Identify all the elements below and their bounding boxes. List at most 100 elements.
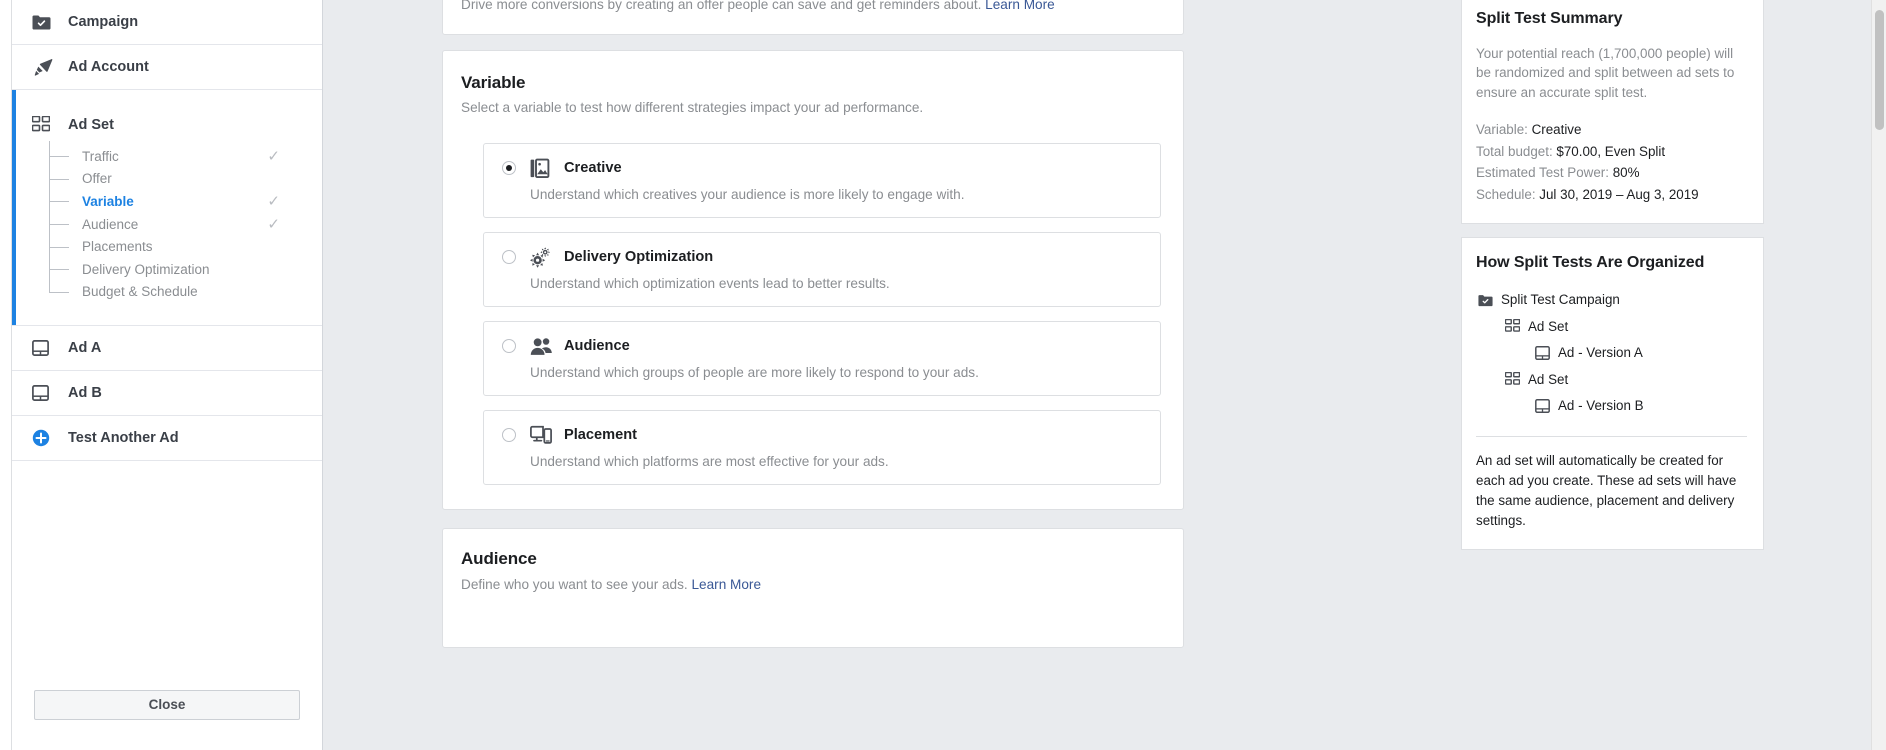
sidebar-subitem-label: Delivery Optimization — [82, 261, 210, 277]
variable-option-placement[interactable]: Placement Understand which platforms are … — [483, 410, 1161, 485]
summary-rows: Variable: Creative Total budget: $70.00, … — [1476, 119, 1747, 205]
radio-audience[interactable] — [502, 339, 516, 353]
sidebar-item-test-another-ad[interactable]: Test Another Ad — [12, 416, 322, 462]
variable-section-subtitle: Select a variable to test how different … — [461, 100, 924, 115]
summary-row: Estimated Test Power: 80% — [1476, 162, 1747, 183]
offer-description: Drive more conversions by creating an of… — [461, 0, 1055, 14]
tree-node-label: Ad - Version B — [1558, 398, 1644, 414]
audience-learn-more-link[interactable]: Learn More — [691, 577, 761, 592]
sidebar-item-ad-a-label: Ad A — [68, 340, 102, 357]
sidebar-footer: Close — [12, 690, 322, 750]
app-root: Campaign Ad Account Ad Set Traffic ✓ Off… — [0, 0, 1886, 750]
grid-squares-icon — [32, 116, 58, 134]
tree-connector — [49, 269, 69, 271]
sidebar-filler — [12, 461, 322, 690]
check-icon: ✓ — [267, 215, 280, 233]
sidebar-adset-section: Ad Set Traffic ✓ Offer Variable ✓ Audience ✓ Pl… — [12, 90, 322, 327]
sidebar-item-ad-b[interactable]: Ad B — [12, 371, 322, 417]
offer-card: Drive more conversions by creating an of… — [442, 0, 1184, 35]
audience-section-title: Audience — [461, 549, 537, 568]
sidebar-item-ad-account-label: Ad Account — [68, 59, 149, 75]
variable-option-description: Understand which creatives your audience… — [530, 187, 965, 202]
summary-row: Schedule: Jul 30, 2019 – Aug 3, 2019 — [1476, 184, 1747, 205]
audience-card: Audience Define who you want to see your… — [442, 528, 1184, 648]
scrollbar-thumb[interactable] — [1875, 10, 1884, 130]
summary-row-label: Variable: — [1476, 122, 1532, 138]
left-gutter — [0, 0, 12, 750]
sidebar: Campaign Ad Account Ad Set Traffic ✓ Off… — [12, 0, 323, 750]
variable-option-header: Placement — [502, 425, 1144, 445]
sidebar-item-test-another-ad-label: Test Another Ad — [68, 430, 179, 447]
variable-option-title: Creative — [564, 160, 622, 176]
sidebar-item-ad-set-label: Ad Set — [68, 117, 114, 133]
tree-connector — [49, 201, 69, 203]
variable-option-header: Creative — [502, 158, 1144, 178]
tree-node-label: Ad - Version A — [1558, 345, 1643, 361]
variable-section-title: Variable — [461, 73, 526, 92]
tree-node: Ad - Version A — [1476, 340, 1747, 367]
sidebar-item-ad-account[interactable]: Ad Account — [12, 45, 322, 90]
tree-node: Ad Set — [1476, 367, 1747, 394]
offer-description-text: Drive more conversions by creating an of… — [461, 0, 982, 12]
audience-section-subtitle: Define who you want to see your ads. Lea… — [461, 577, 1163, 592]
variable-option-header: Delivery Optimization — [502, 246, 1144, 268]
radio-delivery-optimization[interactable] — [502, 250, 516, 264]
sidebar-item-ad-set[interactable]: Ad Set — [12, 116, 322, 134]
variable-option-delivery-optimization[interactable]: Delivery Optimization Understand which op… — [483, 232, 1161, 307]
variable-option-description: Understand which platforms are most effe… — [530, 454, 889, 469]
summary-row-value: Jul 30, 2019 – Aug 3, 2019 — [1539, 186, 1699, 202]
sidebar-subitem-label: Variable — [82, 193, 134, 209]
campaign-check-icon — [1476, 294, 1494, 307]
variable-option-audience[interactable]: Audience Understand which groups of peopl… — [483, 321, 1161, 396]
variable-option-header: Audience — [502, 336, 1144, 356]
sidebar-subitem-label: Placements — [82, 239, 153, 255]
divider — [1476, 435, 1747, 437]
right-panel: Split Test Summary Your potential reach … — [1461, 0, 1886, 750]
grid-squares-icon — [1503, 319, 1521, 334]
variable-option-creative[interactable]: Creative Understand which creatives your … — [483, 143, 1161, 218]
sidebar-subitem-label: Budget & Schedule — [82, 284, 198, 300]
tree-connector — [49, 291, 69, 293]
organized-title: How Split Tests Are Organized — [1476, 254, 1705, 272]
sidebar-subitem-audience[interactable]: Audience ✓ — [44, 213, 322, 236]
tree-connector — [49, 156, 69, 158]
check-icon: ✓ — [267, 192, 280, 210]
sidebar-subitem-variable[interactable]: Variable ✓ — [44, 190, 322, 213]
sidebar-subitem-offer[interactable]: Offer — [44, 168, 322, 191]
tree-node-label: Ad Set — [1528, 371, 1569, 387]
people-icon — [530, 336, 552, 356]
split-test-summary-card: Split Test Summary Your potential reach … — [1461, 0, 1764, 225]
tree-node: Ad Set — [1476, 314, 1747, 341]
campaign-check-icon — [32, 14, 58, 31]
summary-paragraph: Your potential reach (1,700,000 people) … — [1476, 46, 1735, 100]
variable-option-title: Placement — [564, 427, 638, 443]
summary-row-value: 80% — [1612, 165, 1640, 181]
sidebar-subitem-traffic[interactable]: Traffic ✓ — [44, 145, 322, 168]
sidebar-item-campaign[interactable]: Campaign — [12, 0, 322, 45]
offer-learn-more-link[interactable]: Learn More — [985, 0, 1055, 12]
sidebar-subitem-label: Audience — [82, 216, 139, 232]
sidebar-subitem-budget-schedule[interactable]: Budget & Schedule — [44, 281, 322, 304]
image-stack-icon — [530, 158, 552, 178]
summary-row: Total budget: $70.00, Even Split — [1476, 141, 1747, 162]
tree-node: Split Test Campaign — [1476, 287, 1747, 314]
variable-option-title: Audience — [564, 338, 630, 354]
sidebar-subitem-placements[interactable]: Placements — [44, 235, 322, 258]
sidebar-item-ad-b-label: Ad B — [68, 385, 102, 402]
grid-squares-icon — [1503, 372, 1521, 387]
summary-title: Split Test Summary — [1476, 10, 1623, 27]
sidebar-subitem-delivery-optimization[interactable]: Delivery Optimization — [44, 258, 322, 281]
tree-connector — [49, 246, 69, 248]
page-scrollbar[interactable] — [1871, 0, 1886, 750]
summary-row-value: Creative — [1531, 122, 1582, 138]
radio-placement[interactable] — [502, 428, 516, 442]
close-button[interactable]: Close — [34, 690, 300, 720]
variable-card: Variable Select a variable to test how d… — [442, 50, 1184, 510]
main-content: Drive more conversions by creating an of… — [323, 0, 1461, 750]
summary-row-value: $70.00, Even Split — [1556, 143, 1666, 159]
summary-row-label: Estimated Test Power: — [1476, 165, 1613, 181]
radio-creative[interactable] — [502, 161, 516, 175]
sidebar-item-ad-a[interactable]: Ad A — [12, 326, 322, 372]
ad-window-icon — [32, 340, 58, 357]
audience-subtitle-text: Define who you want to see your ads. — [461, 577, 688, 592]
